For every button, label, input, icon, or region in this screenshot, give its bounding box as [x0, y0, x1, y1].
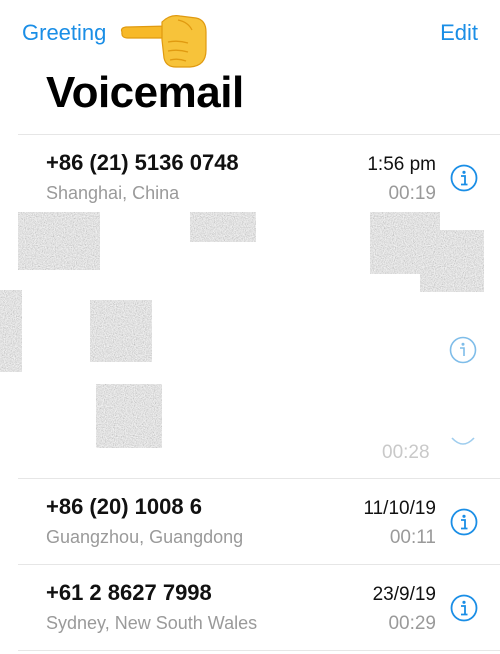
voicemail-date: 11/10/19: [363, 498, 436, 519]
backhand-index-pointing-right-icon: [120, 15, 207, 68]
info-circle-icon[interactable]: [450, 164, 478, 192]
info-circle-icon: [451, 437, 475, 445]
caller-location: Sydney, New South Wales: [46, 613, 258, 633]
voicemail-time: 1:56 pm: [367, 154, 436, 175]
caller-number: +86 (20) 1008 6: [46, 494, 202, 519]
voicemail-row[interactable]: +61 2 8627 7998 Sydney, New South Wales …: [0, 568, 500, 654]
info-circle-icon: [449, 336, 477, 364]
voicemail-date: 23/9/19: [372, 584, 436, 605]
voicemail-duration: 00:29: [388, 613, 436, 634]
divider: [18, 564, 500, 565]
info-circle-icon[interactable]: [450, 594, 478, 622]
divider: [18, 650, 500, 651]
page-title: Voicemail: [46, 68, 244, 117]
caller-location: Guangzhou, Guangdong: [46, 527, 244, 547]
caller-location: Shanghai, China: [46, 183, 180, 203]
voicemail-duration: 00:19: [388, 183, 436, 204]
greeting-button[interactable]: Greeting: [22, 20, 106, 46]
edit-button[interactable]: Edit: [440, 20, 478, 46]
divider: [18, 478, 500, 479]
info-circle-icon[interactable]: [450, 508, 478, 536]
divider: [18, 134, 500, 135]
navigation-bar: Greeting Edit: [0, 0, 500, 70]
caller-number: +86 (21) 5136 0748: [46, 150, 239, 175]
caller-number: +61 2 8627 7998: [46, 580, 212, 605]
redacted-area: [0, 212, 484, 448]
voicemail-duration: 00:11: [389, 527, 436, 548]
voicemail-row[interactable]: +86 (20) 1008 6 Guangzhou, Guangdong 11/…: [0, 482, 500, 568]
voicemail-duration: 00:28: [382, 442, 430, 463]
